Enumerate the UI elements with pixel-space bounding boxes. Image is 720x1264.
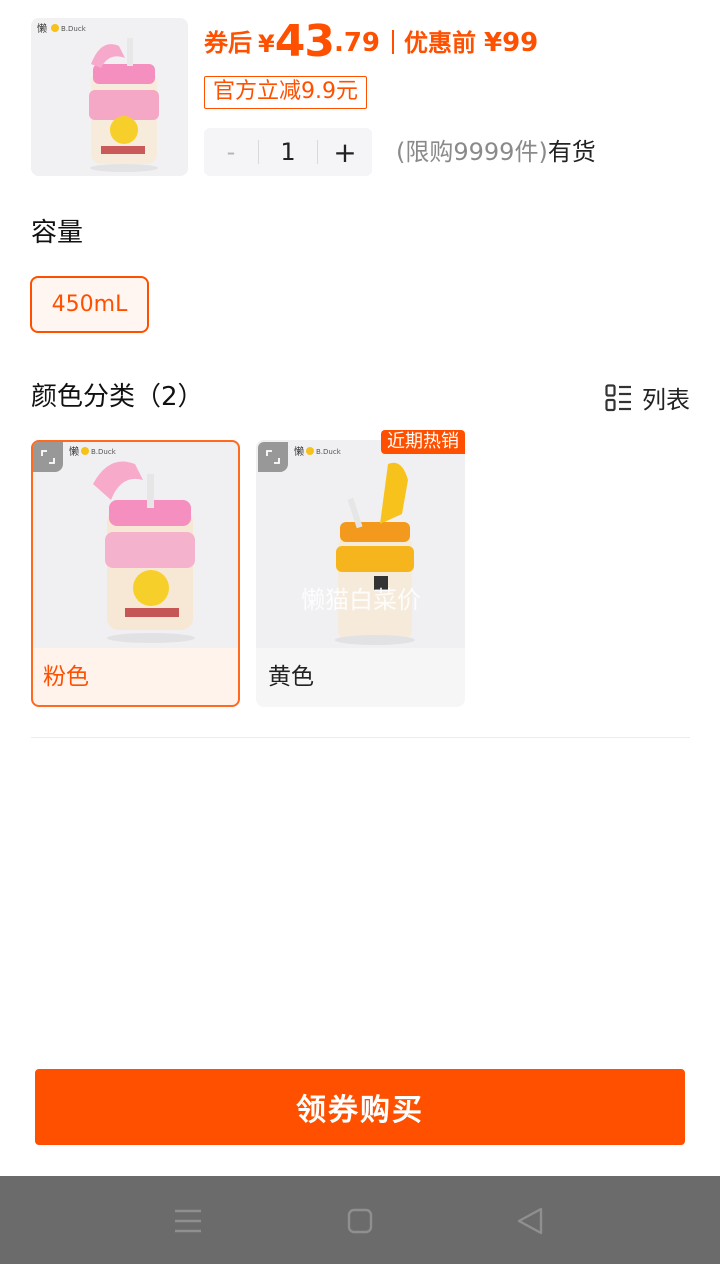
- price-separator: [392, 30, 394, 54]
- svg-text:懒: 懒: [69, 445, 79, 458]
- discount-tag: 官方立减9.9元: [204, 76, 367, 109]
- stock-status: 有货: [547, 138, 596, 166]
- svg-text:懒: 懒: [37, 22, 47, 35]
- product-header: 懒 B.Duck 券后 ¥ 43 .79 优惠前 ¥99 官方立减9.9元 - …: [0, 0, 720, 192]
- yellow-option-image: 懒 B.Duck 懒猫白菜价: [256, 440, 465, 648]
- expand-icon[interactable]: [258, 442, 288, 472]
- product-thumbnail[interactable]: 懒 B.Duck: [31, 18, 188, 176]
- section-divider: [31, 737, 690, 738]
- quantity-stepper: - 1 +: [204, 128, 372, 176]
- color-option-yellow[interactable]: 懒 B.Duck 懒猫白菜价 近期热销 黄色: [256, 430, 465, 707]
- color-title: 颜色分类（2）: [31, 382, 204, 412]
- system-navigation-bar: [0, 1176, 720, 1264]
- pink-option-image: 懒 B.Duck: [31, 440, 240, 648]
- price-decimal: .79: [333, 28, 380, 58]
- color-option-label: 粉色: [31, 648, 240, 707]
- pink-bottle-image: 懒 B.Duck: [31, 18, 188, 176]
- capacity-option-450ml[interactable]: 450mL: [30, 276, 149, 333]
- price-line: 券后 ¥ 43 .79 优惠前 ¥99: [204, 14, 538, 66]
- price-prefix: 券后: [204, 29, 252, 57]
- original-price-label: 优惠前: [404, 29, 476, 57]
- watermark-text: 懒猫白菜价: [301, 586, 421, 614]
- expand-icon[interactable]: [33, 442, 63, 472]
- list-toggle-label: 列表: [642, 386, 690, 414]
- back-triangle-icon[interactable]: [513, 1204, 547, 1238]
- svg-text:B.Duck: B.Duck: [316, 448, 342, 456]
- list-view-toggle[interactable]: 列表: [605, 380, 690, 415]
- home-square-icon[interactable]: [343, 1204, 377, 1238]
- price-integer: 43: [274, 16, 335, 67]
- purchase-limit: (限购9999件)有货: [396, 134, 596, 170]
- quantity-value[interactable]: 1: [259, 138, 317, 166]
- original-price: ¥99: [484, 28, 539, 58]
- decrease-button[interactable]: -: [204, 138, 258, 166]
- color-option-label: 黄色: [256, 648, 465, 707]
- hot-sale-tag: 近期热销: [381, 430, 465, 454]
- svg-text:懒: 懒: [294, 445, 304, 458]
- list-icon: [605, 383, 631, 411]
- yellow-bottle-image: 懒 B.Duck: [256, 440, 465, 648]
- limit-text: (限购9999件): [396, 138, 548, 166]
- svg-text:B.Duck: B.Duck: [91, 448, 117, 456]
- increase-button[interactable]: +: [318, 136, 372, 169]
- svg-text:B.Duck: B.Duck: [61, 25, 87, 33]
- buy-with-coupon-button[interactable]: 领券购买: [35, 1069, 685, 1145]
- color-option-pink[interactable]: 懒 B.Duck 粉色: [31, 440, 240, 707]
- pink-bottle-image: 懒 B.Duck: [31, 440, 240, 648]
- menu-icon[interactable]: [171, 1204, 205, 1238]
- capacity-title: 容量: [31, 218, 84, 248]
- currency-symbol: ¥: [258, 30, 275, 58]
